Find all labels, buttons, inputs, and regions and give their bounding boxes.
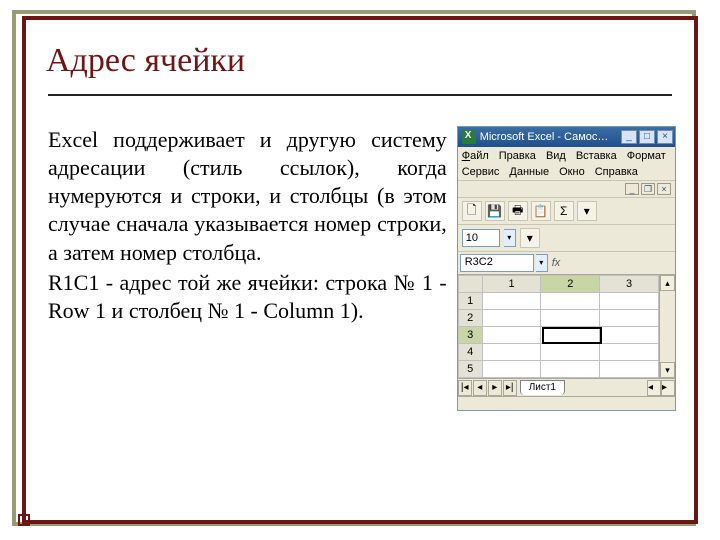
mdi-min-button[interactable]: _ xyxy=(625,183,639,195)
close-button[interactable]: × xyxy=(657,130,673,144)
status-bar xyxy=(458,396,675,410)
row-header-1[interactable]: 1 xyxy=(458,293,482,310)
col-header-2[interactable]: 2 xyxy=(541,276,600,293)
toolbar-more-icon[interactable]: ▾ xyxy=(577,201,597,221)
standard-toolbar: 🗋 💾 🖶 📋 Σ ▾ xyxy=(458,198,675,225)
tab-nav-first-icon[interactable]: |◂ xyxy=(458,380,472,396)
menu-help[interactable]: Справка xyxy=(595,166,638,178)
autosum-icon[interactable]: Σ xyxy=(554,201,574,221)
excel-app-icon xyxy=(462,130,476,144)
menubar: ФФайлайл Правка Вид Вставка Формат Серви… xyxy=(458,147,675,181)
cell[interactable] xyxy=(541,310,600,327)
menu-view[interactable]: Вид xyxy=(546,150,566,162)
cell[interactable] xyxy=(482,327,541,344)
copy-icon[interactable]: 📋 xyxy=(531,201,551,221)
cell[interactable] xyxy=(600,361,659,378)
worksheet-area: 1 2 3 1 2 3 4 5 ▴ ▾ xyxy=(458,275,675,378)
format-more-icon[interactable]: ▾ xyxy=(520,228,540,248)
col-header-1[interactable]: 1 xyxy=(482,276,541,293)
para1-lead: Excel xyxy=(48,127,113,152)
cell[interactable] xyxy=(482,310,541,327)
scroll-down-icon[interactable]: ▾ xyxy=(660,362,675,378)
slide-title: Адрес ячейки xyxy=(22,16,698,94)
menu-insert[interactable]: Вставка xyxy=(576,150,617,162)
formatting-toolbar: 10 ▾ ▾ xyxy=(458,225,675,252)
menu-format[interactable]: Формат xyxy=(627,150,666,162)
formula-bar: R3C2 ▾ fx xyxy=(458,252,675,275)
para2: R1C1 - адрес той же ячейки: строка № 1 -… xyxy=(48,269,447,325)
row-header-3[interactable]: 3 xyxy=(458,327,482,344)
tab-nav-next-icon[interactable]: ▸ xyxy=(488,380,502,396)
name-box[interactable]: R3C2 xyxy=(460,254,534,272)
mdi-restore-button[interactable]: ❐ xyxy=(641,183,655,195)
row-header-5[interactable]: 5 xyxy=(458,361,482,378)
slide-corner-marker xyxy=(18,514,30,526)
font-size-dropdown-icon[interactable]: ▾ xyxy=(504,229,516,247)
menu-window[interactable]: Окно xyxy=(559,166,585,178)
cell[interactable] xyxy=(541,293,600,310)
select-all-corner[interactable] xyxy=(458,276,482,293)
cell[interactable] xyxy=(482,361,541,378)
sheet-tab-1[interactable]: Лист1 xyxy=(520,380,565,395)
fx-label[interactable]: fx xyxy=(548,257,565,269)
menu-file[interactable]: ФФайлайл xyxy=(462,150,489,162)
new-icon[interactable]: 🗋 xyxy=(462,201,482,221)
mdi-close-button[interactable]: × xyxy=(657,183,671,195)
scroll-left-icon[interactable]: ◂ xyxy=(647,380,661,396)
excel-window: Microsoft Excel - Самос… _ □ × ФФайлайл … xyxy=(457,126,676,411)
menu-tools[interactable]: Сервис xyxy=(462,166,500,178)
sheet-tabs-bar: |◂ ◂ ▸ ▸| Лист1 ◂ ▸ xyxy=(458,378,675,396)
cell[interactable] xyxy=(541,344,600,361)
cell[interactable] xyxy=(600,310,659,327)
print-icon[interactable]: 🖶 xyxy=(508,201,528,221)
save-icon[interactable]: 💾 xyxy=(485,201,505,221)
vertical-scrollbar[interactable]: ▴ ▾ xyxy=(659,275,675,378)
cell-grid[interactable]: 1 2 3 1 2 3 4 5 xyxy=(458,275,659,378)
maximize-button[interactable]: □ xyxy=(639,130,655,144)
font-size-input[interactable]: 10 xyxy=(462,229,500,247)
scroll-up-icon[interactable]: ▴ xyxy=(660,275,675,291)
row-header-2[interactable]: 2 xyxy=(458,310,482,327)
tab-nav-last-icon[interactable]: ▸| xyxy=(503,380,517,396)
col-header-3[interactable]: 3 xyxy=(600,276,659,293)
mdi-controls: _ ❐ × xyxy=(458,181,675,198)
body-text: Excel поддерживает и другую систему адре… xyxy=(48,126,447,411)
cell[interactable] xyxy=(541,361,600,378)
cell[interactable] xyxy=(600,344,659,361)
cell[interactable] xyxy=(541,327,600,344)
window-title: Microsoft Excel - Самос… xyxy=(480,131,621,143)
name-box-dropdown-icon[interactable]: ▾ xyxy=(536,254,548,272)
minimize-button[interactable]: _ xyxy=(621,130,637,144)
row-header-4[interactable]: 4 xyxy=(458,344,482,361)
cell[interactable] xyxy=(482,293,541,310)
cell[interactable] xyxy=(600,293,659,310)
horizontal-scrollbar[interactable]: ◂ ▸ xyxy=(565,380,675,396)
cell[interactable] xyxy=(482,344,541,361)
scroll-right-icon[interactable]: ▸ xyxy=(661,380,675,396)
cell[interactable] xyxy=(600,327,659,344)
menu-data[interactable]: Данные xyxy=(509,166,549,178)
menu-edit[interactable]: Правка xyxy=(499,150,536,162)
tab-nav-prev-icon[interactable]: ◂ xyxy=(473,380,487,396)
titlebar[interactable]: Microsoft Excel - Самос… _ □ × xyxy=(458,127,675,147)
